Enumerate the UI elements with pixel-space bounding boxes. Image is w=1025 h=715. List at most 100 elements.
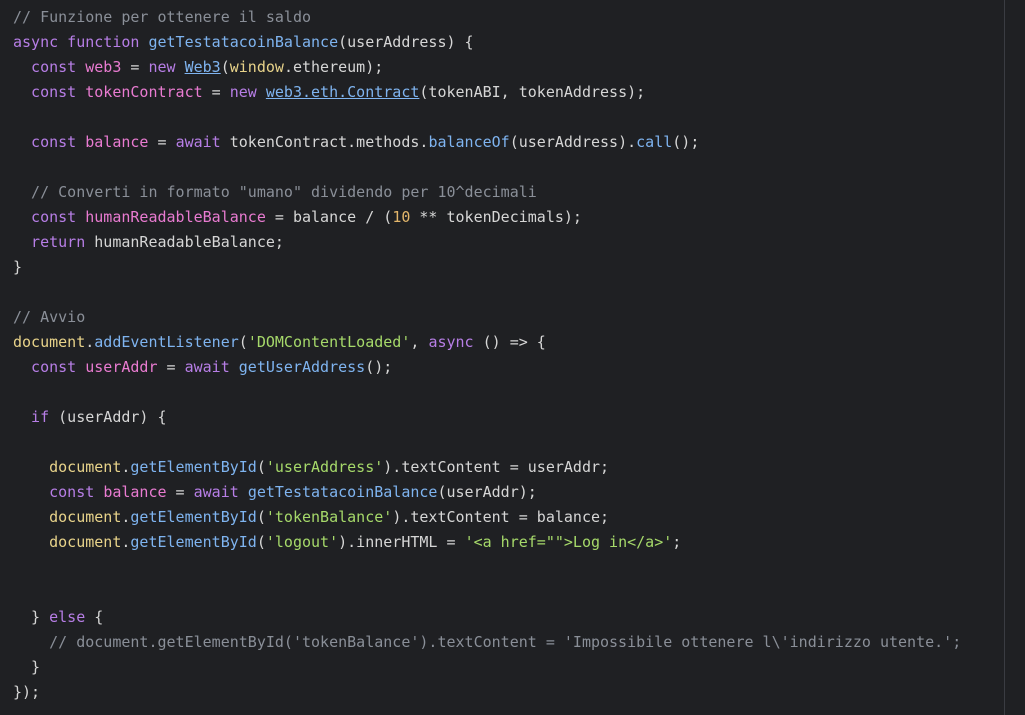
code-token: balance [85,133,149,151]
code-line[interactable]: } else { [13,605,961,630]
code-token: humanReadableBalance; [94,233,284,251]
code-line[interactable]: // Avvio [13,305,961,330]
code-token: = [166,483,194,501]
code-token: balanceOf [428,133,510,151]
code-token: userAddr [85,358,158,376]
code-token: window [229,58,284,76]
code-editor[interactable]: // Funzione per ottenere il saldo async f… [0,0,1025,715]
code-token: async function [13,33,149,51]
code-token: (userAddr) { [58,408,167,426]
code-token: getElementById [130,533,257,551]
code-token: Web3 [184,58,221,76]
code-token: return [13,233,95,251]
code-line[interactable]: document.addEventListener('DOMContentLoa… [13,330,961,355]
code-token: ( [256,458,266,476]
code-token: = [121,58,149,76]
code-token: = [157,358,185,376]
code-token: balance [103,483,167,501]
code-token: (userAddress) { [338,33,474,51]
code-line[interactable]: }); [13,680,961,705]
code-token: // Converti in formato "umano" dividendo… [13,183,537,201]
code-line[interactable]: } [13,655,961,680]
code-token: await [175,133,230,151]
code-line[interactable]: // Converti in formato "umano" dividendo… [13,180,961,205]
code-token: = [202,83,230,101]
code-token: getElementById [130,508,257,526]
code-token: getTestatacoinBalance [247,483,438,501]
code-line[interactable]: } [13,255,961,280]
code-token: getUserAddress [238,358,366,376]
code-token: document [13,458,122,476]
code-line[interactable] [13,280,961,305]
code-token: new [148,58,185,76]
code-token: ; [672,533,682,551]
code-token: getElementById [130,458,257,476]
code-token: } [13,608,50,626]
code-line[interactable]: const balance = await getTestatacoinBala… [13,480,961,505]
code-token: async [428,333,483,351]
code-token: 10 [392,208,411,226]
code-token: .ethereum); [283,58,384,76]
code-token: 'logout' [265,533,339,551]
code-token: (); [672,133,700,151]
code-token: web3.eth.Contract [265,83,420,101]
code-line[interactable]: document.getElementById('userAddress').t… [13,455,961,480]
code-token: if [13,408,59,426]
code-line[interactable] [13,555,961,580]
code-token: } [13,658,41,676]
code-token: tokenContract [85,83,203,101]
code-token: document [13,508,122,526]
code-token: ** tokenDecimals); [410,208,582,226]
code-token: ( [256,508,266,526]
code-line[interactable] [13,580,961,605]
code-token: else [49,608,95,626]
code-line[interactable] [13,105,961,130]
code-token: ).innerHTML = [338,533,465,551]
code-line[interactable] [13,430,961,455]
code-token: { [94,608,104,626]
code-token: web3 [85,58,122,76]
code-line[interactable]: return humanReadableBalance; [13,230,961,255]
code-line[interactable]: const web3 = new Web3(window.ethereum); [13,55,961,80]
code-token: const [13,483,104,501]
code-line[interactable] [13,155,961,180]
code-token: humanReadableBalance [85,208,266,226]
code-line[interactable]: const humanReadableBalance = balance / (… [13,205,961,230]
code-line[interactable]: const userAddr = await getUserAddress(); [13,355,961,380]
code-token: . [85,333,95,351]
code-token: // Avvio [13,308,86,326]
code-token: ( [238,333,248,351]
code-token: , [410,333,429,351]
code-token: (tokenABI, tokenAddress); [419,83,646,101]
code-line[interactable]: const balance = await tokenContract.meth… [13,130,961,155]
vertical-ruler [1004,0,1005,715]
code-token: (userAddr); [437,483,537,501]
code-line[interactable]: if (userAddr) { [13,405,961,430]
code-line[interactable]: document.getElementById('logout').innerH… [13,530,961,555]
code-token: await [193,483,248,501]
code-token: } [13,258,23,276]
code-area[interactable]: // Funzione per ottenere il saldo async f… [13,5,961,705]
code-token: (); [365,358,393,376]
code-line[interactable]: // Funzione per ottenere il saldo [13,5,961,30]
code-token: const [13,358,86,376]
code-line[interactable]: const tokenContract = new web3.eth.Contr… [13,80,961,105]
code-token: ( [220,58,230,76]
code-token: addEventListener [94,333,239,351]
code-token: getTestatacoinBalance [148,33,339,51]
code-line[interactable]: async function getTestatacoinBalance(use… [13,30,961,55]
code-token: call [636,133,673,151]
code-token: const [13,58,86,76]
code-line[interactable] [13,380,961,405]
code-token: const [13,208,86,226]
code-token: document [13,533,122,551]
code-token: // Funzione per ottenere il saldo [13,8,312,26]
code-token: = balance / ( [265,208,393,226]
code-token: 'tokenBalance' [265,508,393,526]
code-line[interactable]: // document.getElementById('tokenBalance… [13,630,961,655]
code-line[interactable]: document.getElementById('tokenBalance').… [13,505,961,530]
code-token: = [148,133,176,151]
code-token: tokenContract.methods. [229,133,429,151]
code-token: ( [256,533,266,551]
code-token: new [229,83,266,101]
